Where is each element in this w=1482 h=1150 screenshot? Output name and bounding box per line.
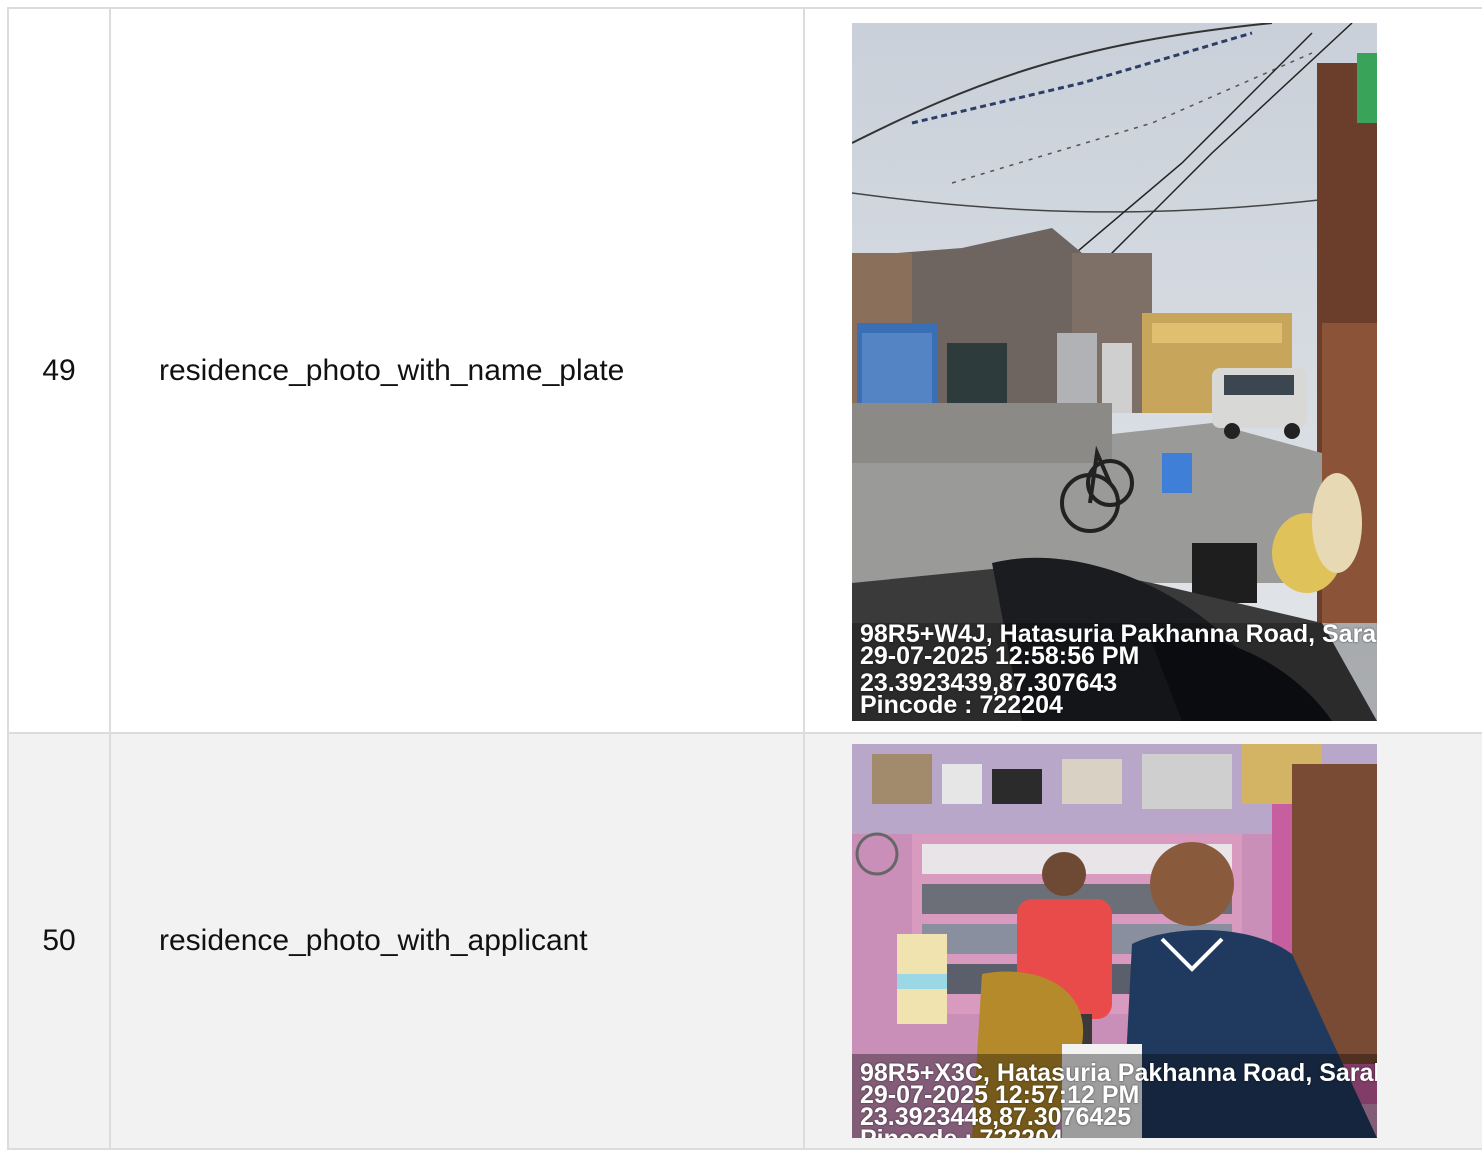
- table-row: 49 residence_photo_with_name_plate 98R5+…: [7, 7, 1482, 734]
- residence-photo-applicant[interactable]: 98R5+X3C, Hatasuria Pakhanna Road, Saral…: [852, 744, 1377, 1138]
- street-photo-image: [852, 22, 1377, 721]
- stamp-pincode: Pincode : 722204: [860, 690, 1063, 719]
- photo-cell: 98R5+W4J, Hatasuria Pakhanna Road, Saral…: [803, 7, 1482, 734]
- photo-stamp: 98R5+X3C, Hatasuria Pakhanna Road, Saral…: [860, 1061, 1377, 1139]
- row-number: 49: [7, 7, 111, 734]
- row-label: residence_photo_with_applicant: [109, 732, 805, 1150]
- row-number: 50: [7, 732, 111, 1150]
- table-row: 50 residence_photo_with_applicant 98R5+X…: [7, 732, 1482, 1150]
- photo-cell: 98R5+X3C, Hatasuria Pakhanna Road, Saral…: [803, 732, 1482, 1150]
- residence-photo-name-plate[interactable]: 98R5+W4J, Hatasuria Pakhanna Road, Saral…: [852, 22, 1377, 721]
- photo-stamp: 98R5+W4J, Hatasuria Pakhanna Road, Saral…: [860, 621, 1377, 719]
- row-label: residence_photo_with_name_plate: [109, 7, 805, 734]
- document-table: 49 residence_photo_with_name_plate 98R5+…: [7, 7, 1482, 1150]
